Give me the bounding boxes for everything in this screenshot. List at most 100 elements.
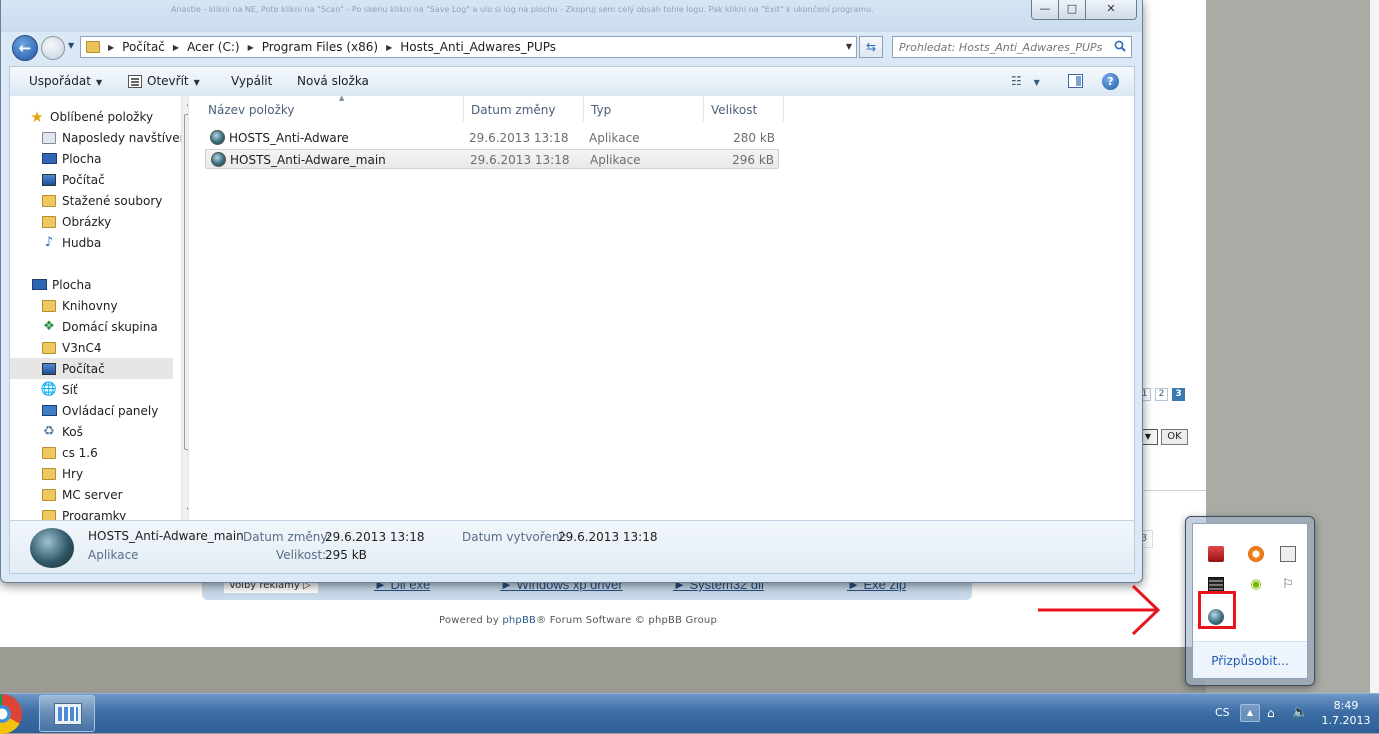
refresh-button[interactable]: ⇆	[859, 36, 883, 58]
nav-scrollbar[interactable]: ▲ ▼	[181, 96, 188, 520]
breadcrumb-current-folder[interactable]: Hosts_Anti_Adwares_PUPs	[400, 40, 556, 54]
nav-desktop[interactable]: Plocha	[31, 274, 188, 295]
desktop-edge	[1370, 0, 1379, 693]
nav-games[interactable]: Hry	[41, 463, 188, 484]
folder-icon	[41, 445, 57, 461]
nav-mc-server[interactable]: MC server	[41, 484, 188, 505]
details-pane: HOSTS_Anti-Adware_main Aplikace Datum zm…	[9, 520, 1135, 574]
recent-pages-dropdown[interactable]: ▼	[68, 41, 74, 50]
app-icon	[211, 152, 226, 167]
nav-homegroup[interactable]: ❖ Domácí skupina	[41, 316, 188, 337]
card-reader-tray-icon[interactable]	[1280, 546, 1296, 562]
antivirus-tray-icon[interactable]	[1208, 546, 1224, 562]
breadcrumb-program-files[interactable]: Program Files (x86)	[262, 40, 378, 54]
detail-created-value: 29.6.2013 13:18	[558, 530, 658, 544]
navigation-pane: ★ Oblíbené položky Naposledy navštívené P…	[9, 96, 188, 520]
detail-file-kind: Aplikace	[88, 548, 139, 562]
nav-pictures[interactable]: Obrázky	[41, 211, 188, 232]
show-hidden-icons-button[interactable]: ▲	[1240, 704, 1260, 722]
close-button[interactable]: ✕	[1085, 0, 1137, 20]
scroll-thumb[interactable]	[184, 114, 188, 450]
breadcrumb-computer[interactable]: Počítač	[122, 40, 165, 54]
avast-tray-icon[interactable]	[1248, 546, 1264, 562]
nav-music[interactable]: ♪ Hudba	[41, 232, 188, 253]
change-view-button[interactable]: ☷ ▼	[1011, 74, 1040, 88]
nvidia-tray-icon[interactable]: ◉	[1248, 577, 1264, 593]
recent-places-icon	[41, 130, 57, 146]
folder-icon	[41, 508, 57, 520]
maximize-button[interactable]: □	[1058, 0, 1086, 20]
folder-icon	[86, 41, 100, 53]
language-indicator[interactable]: CS	[1215, 706, 1230, 719]
organize-button[interactable]: Uspořádat ▼	[29, 74, 102, 88]
taskbar: CS ▲ ⌂ 🔈 8:49 1.7.2013	[0, 693, 1379, 734]
nav-desktop-favorite[interactable]: Plocha	[41, 148, 188, 169]
volume-icon[interactable]: 🔈	[1292, 705, 1308, 720]
phpbb-link[interactable]: phpBB	[502, 615, 536, 626]
back-button[interactable]: ←	[12, 35, 38, 61]
nav-control-panel[interactable]: Ovládací panely	[41, 400, 188, 421]
nav-network[interactable]: 🌐 Síť	[41, 379, 188, 400]
ok-button[interactable]: OK	[1161, 429, 1188, 445]
view-list-icon: ☷	[1011, 74, 1022, 88]
page-link-3-current[interactable]: 3	[1172, 388, 1185, 401]
chevron-right-icon[interactable]: ▶	[386, 43, 392, 52]
open-button[interactable]: Otevřít ▼	[147, 74, 200, 88]
detail-size-label: Velikost:	[276, 548, 327, 562]
nav-programs[interactable]: Programky	[41, 505, 188, 520]
column-header-date[interactable]: Datum změny	[464, 96, 584, 122]
search-box[interactable]	[892, 36, 1132, 58]
search-input[interactable]	[893, 37, 1103, 57]
new-folder-button[interactable]: Nová složka	[297, 74, 369, 88]
network-icon[interactable]: ⌂	[1267, 706, 1281, 720]
control-panel-icon	[41, 403, 57, 419]
title-bar[interactable]: Anastie - klikni na NE, Pote klikni na "…	[1, 0, 1142, 32]
nav-favorites[interactable]: ★ Oblíbené položky	[29, 106, 188, 127]
nav-v3nc4[interactable]: V3nC4	[41, 337, 188, 358]
nav-recycle-bin[interactable]: ♻ Koš	[41, 421, 188, 442]
scroll-up-arrow-icon[interactable]: ▲	[182, 98, 188, 107]
back-arrow-icon: ←	[18, 39, 32, 57]
file-row[interactable]: HOSTS_Anti-Adware 29.6.2013 13:18 Aplika…	[205, 128, 779, 148]
chevron-right-icon[interactable]: ▶	[248, 43, 254, 52]
chevron-right-icon[interactable]: ▶	[173, 43, 179, 52]
chevron-down-icon[interactable]: ▼	[846, 42, 852, 51]
file-date: 29.6.2013 13:18	[469, 131, 569, 145]
minimize-button[interactable]: —	[1031, 0, 1059, 20]
computer-icon	[41, 361, 57, 377]
nav-cs16[interactable]: cs 1.6	[41, 442, 188, 463]
burn-button[interactable]: Vypálit	[231, 74, 272, 88]
action-center-flag-icon[interactable]: ⚐	[1280, 577, 1296, 593]
address-bar[interactable]: ▶ Počítač ▶ Acer (C:) ▶ Program Files (x…	[80, 36, 857, 58]
powered-by-footer: Powered by phpBB® Forum Software © phpBB…	[439, 615, 717, 626]
nav-libraries[interactable]: Knihovny	[41, 295, 188, 316]
clock[interactable]: 8:49 1.7.2013	[1315, 698, 1377, 728]
page-link-2[interactable]: 2	[1155, 388, 1168, 401]
scroll-down-arrow-icon[interactable]: ▼	[182, 506, 188, 515]
customize-link[interactable]: Přizpůsobit...	[1193, 654, 1307, 668]
column-header-name[interactable]: ▲ Název položky	[201, 94, 464, 122]
detail-file-name: HOSTS_Anti-Adware_main	[88, 529, 244, 543]
refresh-icon: ⇆	[865, 40, 877, 54]
column-header-size[interactable]: Velikost	[704, 96, 784, 122]
chrome-taskbar-icon[interactable]	[0, 694, 22, 734]
help-button[interactable]: ?	[1102, 73, 1119, 90]
nav-computer[interactable]: Počítač	[10, 358, 173, 379]
search-icon[interactable]	[1114, 40, 1126, 52]
forward-button[interactable]	[41, 36, 65, 60]
file-row-selected[interactable]: HOSTS_Anti-Adware_main 29.6.2013 13:18 A…	[205, 149, 779, 169]
explorer-taskbar-button[interactable]	[39, 695, 95, 732]
computer-icon	[41, 172, 57, 188]
file-size: 296 kB	[732, 153, 774, 167]
detail-modified-label: Datum změny:	[243, 530, 331, 544]
nav-recent-places[interactable]: Naposledy navštívené	[41, 127, 188, 148]
explorer-window-icon	[54, 703, 82, 725]
detail-created-label: Datum vytvoření:	[462, 530, 567, 544]
breadcrumb-drive-c[interactable]: Acer (C:)	[187, 40, 240, 54]
column-header-type[interactable]: Typ	[584, 96, 704, 122]
nav-computer-favorite[interactable]: Počítač	[41, 169, 188, 190]
red-arrow-annotation	[1038, 584, 1161, 636]
nav-downloads[interactable]: Stažené soubory	[41, 190, 188, 211]
open-app-icon	[128, 75, 142, 88]
preview-pane-button[interactable]	[1068, 74, 1083, 88]
